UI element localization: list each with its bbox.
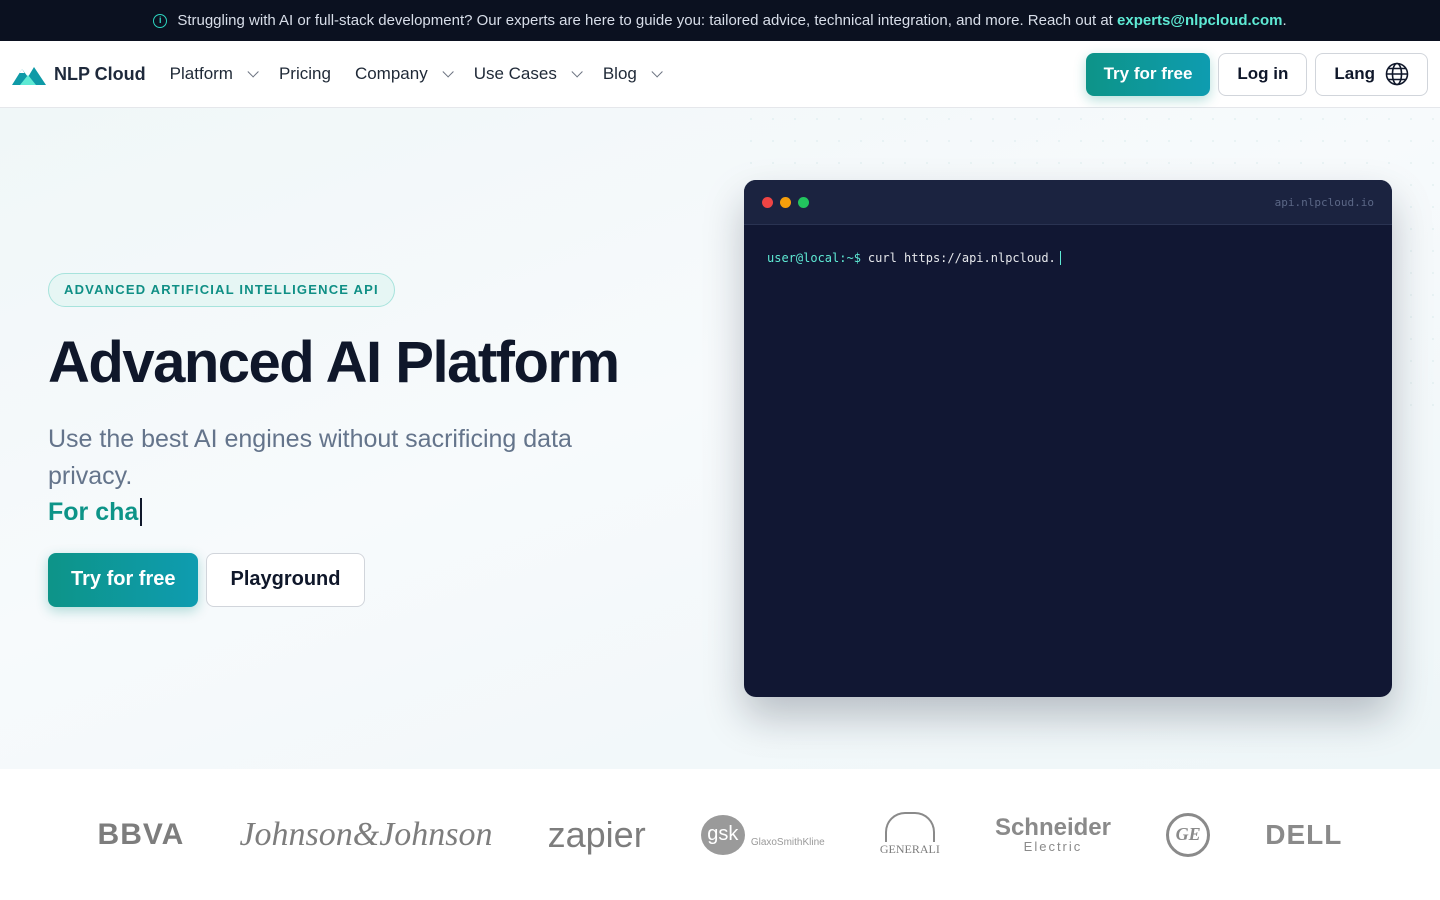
dell-logo: DELL [1265,818,1343,850]
bbva-logo: BBVA [97,817,185,851]
customer-logos: BBVA Johnson&Johnson zapier gsk GlaxoSmi… [0,769,1440,900]
terminal-body: user@local:~$ curl https://api.nlpcloud. [744,225,1392,291]
nav-items: Platform Pricing Company Use Cases Blog [169,64,663,84]
announcement-bar: i Struggling with AI or full-stack devel… [0,0,1440,41]
hero-subtitle: Use the best AI engines without sacrific… [48,424,572,491]
chevron-down-icon [651,66,663,78]
nav-item-platform[interactable]: Platform [169,64,259,84]
brand-logo[interactable]: NLP Cloud [12,63,146,85]
zapier-logo: zapier [547,813,646,855]
info-icon: i [153,13,168,28]
terminal-prompt: user@local:~$ [767,251,861,265]
schneider-subtext: Electric [1023,839,1083,854]
generali-logo: GENERALI [880,812,940,857]
gsk-logo: gsk GlaxoSmithKline [700,814,825,855]
typed-text: For cha [48,498,668,527]
schneider-text: Schneider [994,814,1111,841]
gsk-subtext: GlaxoSmithKline [750,837,825,848]
nav-item-label: Platform [169,64,233,83]
hero-badge: ADVANCED ARTIFICIAL INTELLIGENCE API [48,273,395,307]
mountain-logo-icon [12,67,46,85]
experts-email-link[interactable]: experts@nlpcloud.com [1117,12,1283,29]
playground-button[interactable]: Playground [206,552,365,607]
brand-name: NLP Cloud [54,63,146,84]
login-button[interactable]: Log in [1218,52,1308,96]
nav-item-company[interactable]: Company [354,64,454,84]
main-nav: NLP Cloud Platform Pricing Company Use C… [0,41,1440,108]
announcement-text: Struggling with AI or full-stack develop… [177,12,1287,29]
nav-item-use-cases[interactable]: Use Cases [473,64,583,84]
terminal-window: api.nlpcloud.io user@local:~$ curl https… [744,180,1392,697]
hero-section: ADVANCED ARTIFICIAL INTELLIGENCE API Adv… [0,108,1440,769]
hero-content: ADVANCED ARTIFICIAL INTELLIGENCE API Adv… [48,273,668,607]
globe-icon [1385,62,1409,86]
chevron-down-icon [442,66,454,78]
terminal-maximize-dot [798,196,809,208]
hero-title: Advanced AI Platform [48,330,620,395]
generali-text: GENERALI [879,842,940,856]
johnson-johnson-logo: Johnson&Johnson [239,815,493,853]
typing-caret [140,498,143,527]
ge-logo: GE [1166,812,1211,857]
nav-item-pricing[interactable]: Pricing [279,64,331,84]
terminal-minimize-dot [780,196,791,208]
terminal-close-dot [762,196,773,208]
terminal-caret [1059,251,1062,265]
hero-try-for-free-button[interactable]: Try for free [48,552,199,607]
nav-item-label: Pricing [278,64,331,83]
chevron-down-icon [247,66,259,78]
ge-mark: GE [1166,812,1211,857]
nav-actions: Try for free Log in Lang [1085,52,1428,96]
hero-ctas: Try for free Playground [48,552,668,607]
try-for-free-button[interactable]: Try for free [1085,52,1211,96]
nav-item-blog[interactable]: Blog [602,64,663,84]
gsk-mark: gsk [700,814,745,855]
terminal-url: api.nlpcloud.io [1274,195,1374,209]
nav-item-label: Company [354,64,428,83]
schneider-logo: Schneider Electric [994,814,1111,854]
terminal-title-bar: api.nlpcloud.io [744,180,1392,225]
typed-text-value: For cha [48,497,139,526]
lang-label: Lang [1334,64,1375,83]
nav-item-label: Blog [602,64,637,83]
terminal-command: curl https://api.nlpcloud. [867,251,1056,265]
lang-button[interactable]: Lang [1315,52,1428,96]
chevron-down-icon [571,66,583,78]
generali-lion-icon [884,812,935,842]
nav-item-label: Use Cases [473,64,557,83]
